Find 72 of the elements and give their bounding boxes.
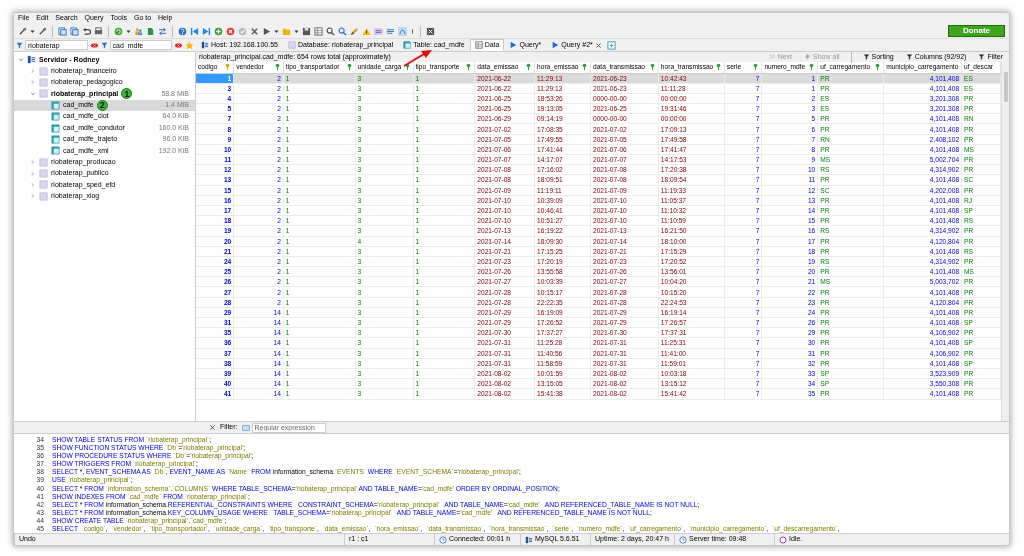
funnel-icon (862, 53, 870, 61)
plug-icon[interactable] (38, 26, 47, 36)
funnel-icon (978, 53, 986, 61)
server-icon (201, 41, 209, 49)
chevron-icon[interactable] (18, 56, 24, 63)
cross-icon[interactable] (250, 26, 259, 36)
key-icon (752, 63, 760, 72)
key-icon (465, 63, 473, 72)
table-icon (51, 134, 60, 144)
star-icon[interactable] (185, 40, 194, 50)
key-icon (648, 63, 656, 72)
help-icon[interactable] (178, 26, 187, 36)
key-icon (581, 63, 588, 72)
close-icon[interactable] (209, 424, 216, 431)
clear-icon[interactable] (89, 41, 99, 49)
server-icon (525, 535, 533, 544)
refresh-icon[interactable] (114, 26, 123, 36)
scroll-thumb[interactable] (1004, 72, 1008, 102)
close-icon[interactable] (594, 41, 602, 49)
delete-icon[interactable] (226, 26, 235, 36)
play-icon[interactable] (262, 26, 271, 36)
clock-icon (679, 535, 687, 544)
key-icon (224, 63, 232, 72)
add-icon[interactable] (214, 26, 223, 36)
database-icon (287, 41, 296, 49)
funnel-icon (16, 41, 23, 49)
arrows-icon[interactable] (158, 26, 167, 36)
next-icon (768, 53, 776, 61)
regex-icon (241, 423, 250, 432)
key-icon (714, 63, 722, 72)
key-icon (874, 63, 882, 72)
undo-icon[interactable] (82, 26, 91, 36)
last-icon[interactable] (202, 26, 211, 36)
key-icon (525, 63, 533, 72)
search-icon[interactable] (326, 26, 335, 36)
key-icon (808, 63, 816, 72)
brush-icon[interactable] (350, 26, 359, 36)
warning-icon[interactable] (362, 26, 371, 36)
chevron-icon[interactable] (30, 90, 36, 97)
key-icon (403, 63, 411, 72)
save-icon[interactable] (302, 26, 311, 36)
stats-icon[interactable] (374, 26, 383, 36)
close-icon[interactable] (426, 26, 435, 36)
plug-icon[interactable] (18, 26, 27, 36)
clear-icon[interactable] (174, 41, 183, 49)
play-icon (509, 41, 518, 49)
funnel-icon (905, 53, 913, 61)
table-icon (51, 100, 60, 110)
key-icon (345, 63, 353, 72)
funnel-icon (100, 41, 108, 49)
list-icon[interactable] (386, 26, 395, 36)
play-icon (551, 41, 560, 49)
table-icon (51, 123, 60, 133)
new-tab-icon[interactable] (606, 40, 616, 50)
key-icon (273, 63, 281, 72)
clock-icon (439, 535, 447, 544)
people-icon[interactable] (134, 26, 143, 36)
number-badge: 1 (121, 88, 133, 100)
search-icon[interactable] (338, 26, 347, 36)
table-icon (51, 112, 60, 122)
idle-icon (779, 535, 787, 544)
grid-icon (474, 41, 483, 49)
printer-icon[interactable] (94, 26, 103, 36)
table-icon (403, 41, 412, 49)
table-icon (51, 146, 60, 156)
expand-icon (804, 53, 812, 61)
first-icon[interactable] (190, 26, 199, 36)
server-icon (27, 55, 36, 65)
scrollbar[interactable] (1001, 62, 1009, 421)
number-badge: 2 (96, 99, 108, 111)
document-icon[interactable] (146, 26, 155, 36)
check-icon[interactable] (238, 26, 247, 36)
